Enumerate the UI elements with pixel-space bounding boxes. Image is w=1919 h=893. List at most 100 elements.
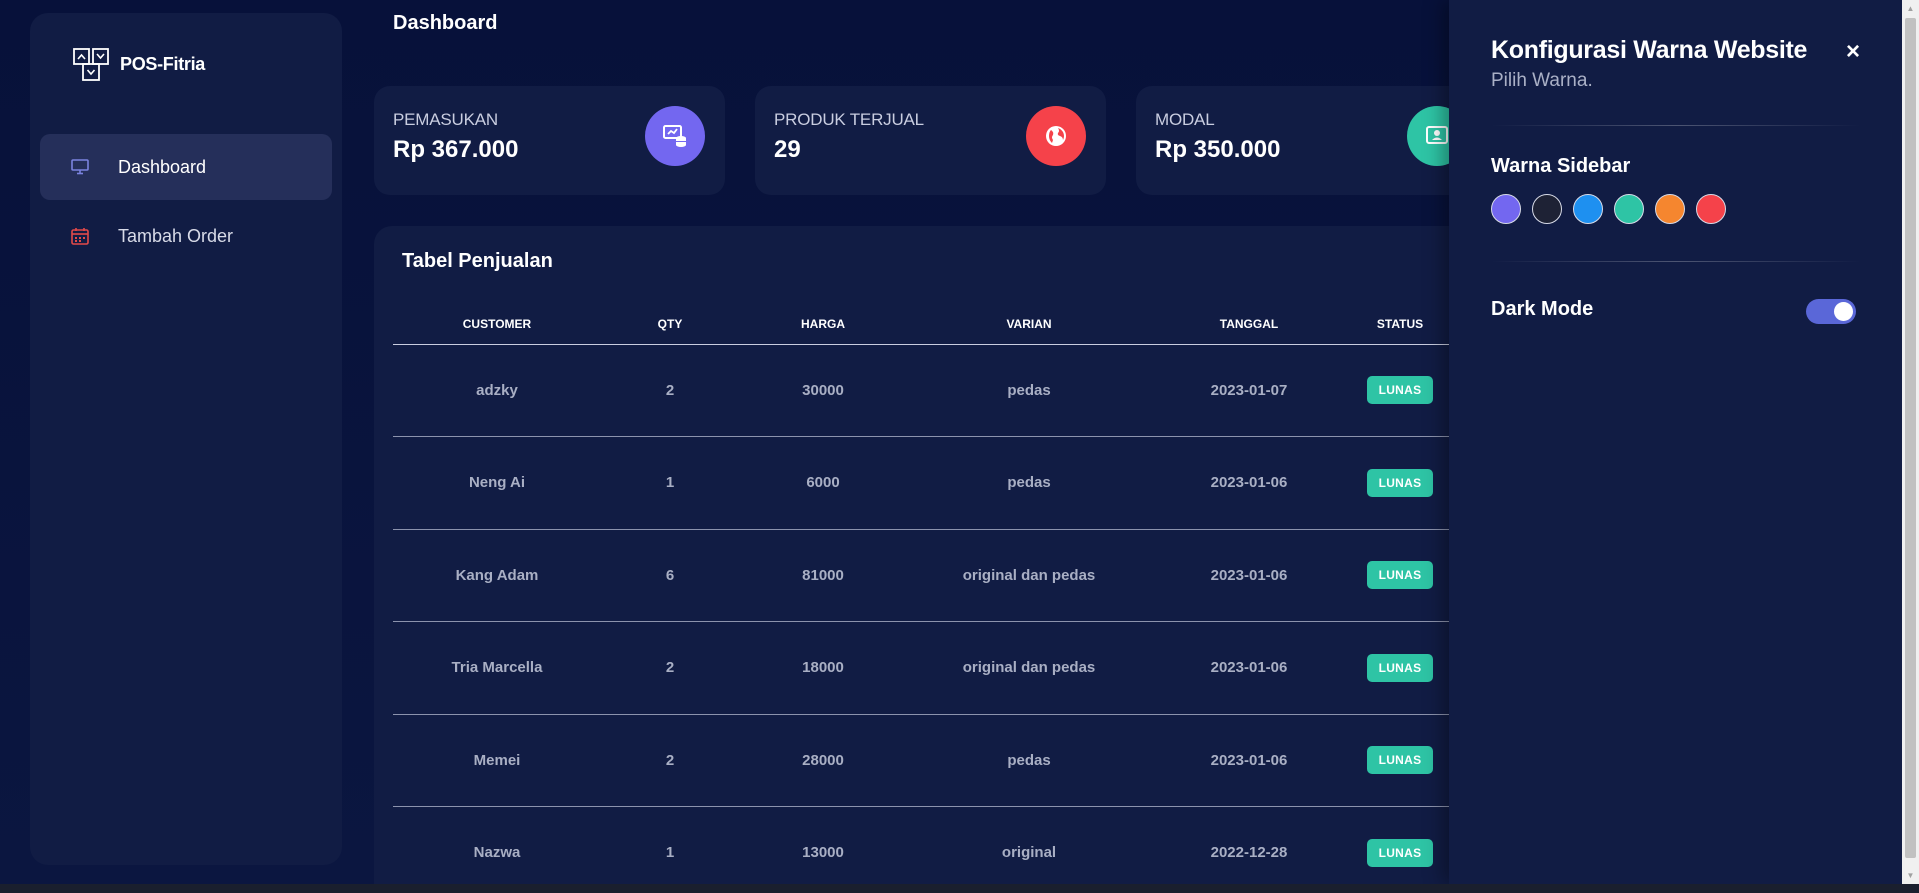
status-badge: LUNAS [1366, 746, 1434, 775]
dark-mode-label: Dark Mode [1491, 298, 1594, 320]
swatch-red[interactable] [1696, 194, 1726, 224]
cell-tanggal: 2023-01-06 [1151, 714, 1347, 807]
table-row: Kang Adam 6 81000 original dan pedas 202… [393, 529, 1453, 622]
sidebar-color-swatches [1491, 194, 1726, 224]
sidebar-item-label: Tambah Order [118, 225, 234, 246]
scroll-down-arrow-icon[interactable]: ▼ [1902, 867, 1919, 884]
cell-status: LUNAS [1347, 806, 1453, 893]
table-title: Tabel Penjualan [402, 250, 553, 272]
cell-tanggal: 2022-12-28 [1151, 806, 1347, 893]
table-row: Memei 2 28000 pedas 2023-01-06 LUNAS [393, 714, 1453, 807]
cell-varian: pedas [907, 436, 1151, 530]
table-row: adzky 2 30000 pedas 2023-01-07 LUNAS [393, 344, 1453, 437]
cell-customer: adzky [393, 344, 601, 437]
sales-table-panel: Tabel Penjualan CUSTOMER QTY HARGA VARIA… [374, 226, 1474, 893]
cell-varian: pedas [907, 714, 1151, 807]
cell-harga: 13000 [739, 806, 907, 893]
sales-table-wrap[interactable]: CUSTOMER QTY HARGA VARIAN TANGGAL STATUS… [393, 304, 1453, 893]
cell-status: LUNAS [1347, 344, 1453, 437]
cell-varian: original dan pedas [907, 529, 1151, 622]
cell-customer: Nazwa [393, 806, 601, 893]
swatch-purple[interactable] [1491, 194, 1521, 224]
cell-status: LUNAS [1347, 621, 1453, 715]
config-title: Konfigurasi Warna Website [1491, 36, 1808, 64]
app-root: POS-Fitria Dashboard Tambah Order Dashbo… [0, 0, 1919, 893]
cell-customer: Memei [393, 714, 601, 807]
page-scrollbar[interactable]: ▲ ▼ [1902, 0, 1919, 884]
stat-value: 29 [774, 136, 801, 163]
cell-tanggal: 2023-01-06 [1151, 436, 1347, 530]
status-badge: LUNAS [1366, 653, 1434, 682]
sidebar-item-dashboard[interactable]: Dashboard [40, 134, 332, 200]
toggle-knob [1834, 302, 1853, 321]
taskbar-strip [0, 884, 1919, 893]
status-badge: LUNAS [1366, 561, 1434, 590]
sidebar: POS-Fitria Dashboard Tambah Order [30, 13, 342, 865]
cell-qty: 2 [601, 344, 739, 437]
cell-tanggal: 2023-01-06 [1151, 621, 1347, 715]
config-subtitle: Pilih Warna. [1491, 70, 1593, 91]
cell-tanggal: 2023-01-07 [1151, 344, 1347, 437]
cell-harga: 81000 [739, 529, 907, 622]
cell-qty: 2 [601, 714, 739, 807]
column-header-tanggal[interactable]: TANGGAL [1151, 304, 1347, 345]
dark-mode-toggle[interactable] [1806, 299, 1856, 324]
cell-varian: original [907, 806, 1151, 893]
table-row: Nazwa 1 13000 original 2022-12-28 LUNAS [393, 806, 1453, 893]
column-header-harga[interactable]: HARGA [739, 304, 907, 345]
cell-customer: Tria Marcella [393, 621, 601, 715]
cell-tanggal: 2023-01-06 [1151, 529, 1347, 622]
column-header-status[interactable]: STATUS [1347, 304, 1453, 345]
monitor-icon [70, 157, 90, 177]
scroll-thumb[interactable] [1905, 18, 1916, 858]
cell-qty: 6 [601, 529, 739, 622]
cell-harga: 30000 [739, 344, 907, 437]
table-header-row: CUSTOMER QTY HARGA VARIAN TANGGAL STATUS [393, 304, 1453, 345]
cell-qty: 1 [601, 436, 739, 530]
swatch-orange[interactable] [1655, 194, 1685, 224]
stat-card-pemasukan: PEMASUKAN Rp 367.000 [374, 86, 725, 195]
table-row: Neng Ai 1 6000 pedas 2023-01-06 LUNAS [393, 436, 1453, 530]
cell-harga: 6000 [739, 436, 907, 530]
stat-label: MODAL [1155, 110, 1215, 129]
sales-table: CUSTOMER QTY HARGA VARIAN TANGGAL STATUS… [393, 304, 1453, 893]
stat-label: PRODUK TERJUAL [774, 110, 924, 129]
status-badge: LUNAS [1366, 838, 1434, 867]
cell-varian: pedas [907, 344, 1151, 437]
stat-label: PEMASUKAN [393, 110, 498, 129]
color-config-panel: Konfigurasi Warna Website Pilih Warna. ×… [1449, 0, 1902, 884]
column-header-varian[interactable]: VARIAN [907, 304, 1151, 345]
page-title: Dashboard [393, 12, 498, 34]
globe-icon [1026, 106, 1086, 166]
stat-card-modal: MODAL Rp 350.000 [1136, 86, 1487, 195]
sidebar-color-heading: Warna Sidebar [1491, 155, 1631, 177]
stat-card-produk-terjual: PRODUK TERJUAL 29 [755, 86, 1106, 195]
column-header-qty[interactable]: QTY [601, 304, 739, 345]
cell-customer: Neng Ai [393, 436, 601, 530]
brand[interactable]: POS-Fitria [72, 45, 205, 83]
cell-harga: 28000 [739, 714, 907, 807]
cell-status: LUNAS [1347, 714, 1453, 807]
status-badge: LUNAS [1366, 468, 1434, 497]
brand-name: POS-Fitria [120, 53, 206, 74]
sidebar-item-tambah-order[interactable]: Tambah Order [40, 203, 332, 269]
calendar-icon [70, 226, 90, 246]
swatch-green[interactable] [1614, 194, 1644, 224]
close-icon[interactable]: × [1841, 38, 1865, 65]
cell-customer: Kang Adam [393, 529, 601, 622]
cell-status: LUNAS [1347, 529, 1453, 622]
divider [1491, 125, 1861, 126]
cell-varian: original dan pedas [907, 621, 1151, 715]
swatch-dark[interactable] [1532, 194, 1562, 224]
stat-value: Rp 350.000 [1155, 136, 1281, 163]
pos-logo-icon [73, 48, 109, 81]
column-header-customer[interactable]: CUSTOMER [393, 304, 601, 345]
cell-qty: 2 [601, 621, 739, 715]
cell-qty: 1 [601, 806, 739, 893]
table-row: Tria Marcella 2 18000 original dan pedas… [393, 621, 1453, 715]
swatch-blue[interactable] [1573, 194, 1603, 224]
cell-status: LUNAS [1347, 436, 1453, 530]
scroll-up-arrow-icon[interactable]: ▲ [1902, 0, 1919, 17]
database-screen-icon [645, 106, 705, 166]
status-badge: LUNAS [1366, 376, 1434, 405]
